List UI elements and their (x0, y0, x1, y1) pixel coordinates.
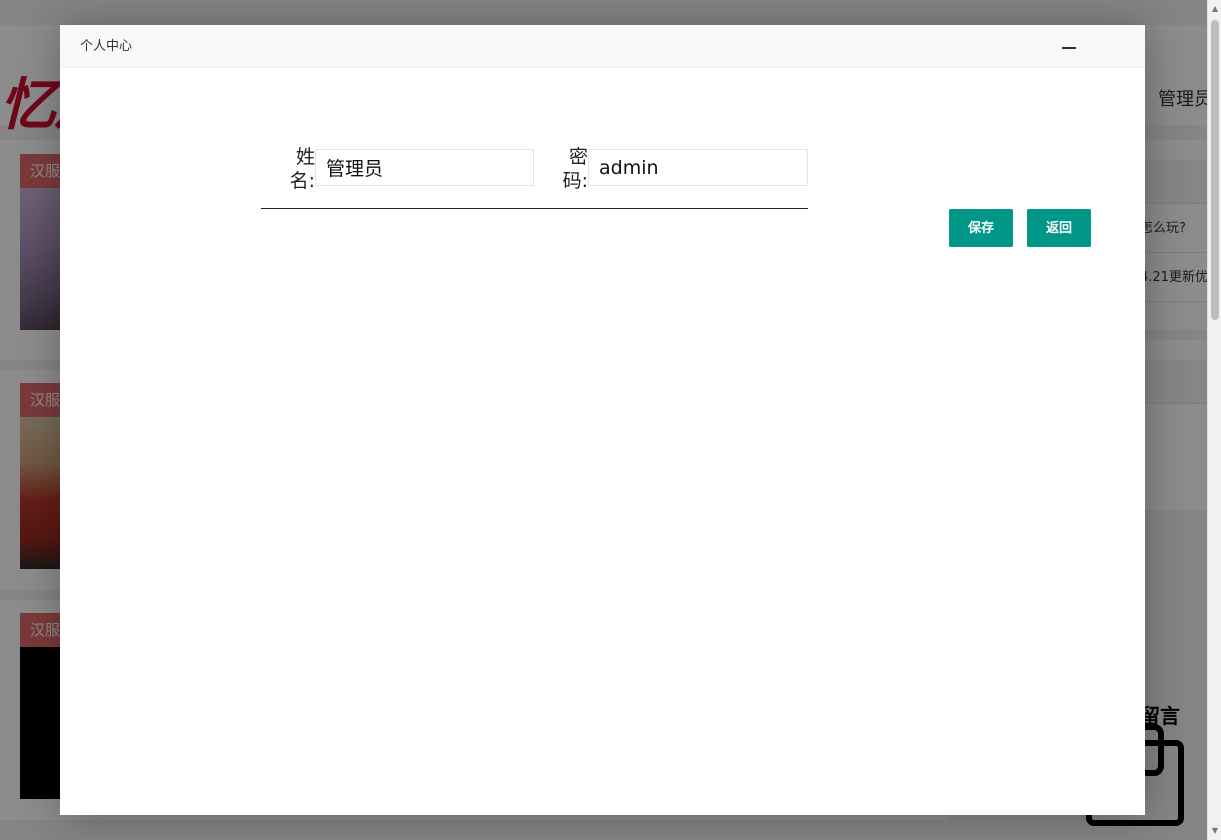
name-label-top: 姓 (295, 146, 315, 168)
profile-form: 姓 名: 密 码: (261, 145, 808, 209)
password-label-top: 密 (568, 146, 588, 168)
name-label-bottom: 名: (289, 170, 315, 192)
scroll-thumb[interactable] (1211, 20, 1219, 320)
dialog-title: 个人中心 (80, 39, 133, 54)
password-label: 密 码: (535, 145, 588, 193)
save-button[interactable]: 保存 (949, 209, 1013, 247)
name-label: 姓 名: (261, 145, 315, 193)
profile-dialog: 个人中心 姓 名: 密 码: 保存 返回 (60, 25, 1145, 815)
minimize-bar (1062, 47, 1076, 49)
minimize-icon[interactable] (1060, 39, 1078, 55)
back-button[interactable]: 返回 (1027, 209, 1091, 247)
password-label-bottom: 码: (562, 170, 588, 192)
password-input[interactable] (588, 149, 808, 186)
scroll-down-icon[interactable]: ▼ (1208, 824, 1221, 838)
scroll-up-icon[interactable]: ▲ (1208, 2, 1221, 16)
name-input[interactable] (315, 149, 534, 186)
page-scrollbar[interactable]: ▲ ▼ (1207, 0, 1221, 840)
dialog-header: 个人中心 (60, 25, 1145, 68)
